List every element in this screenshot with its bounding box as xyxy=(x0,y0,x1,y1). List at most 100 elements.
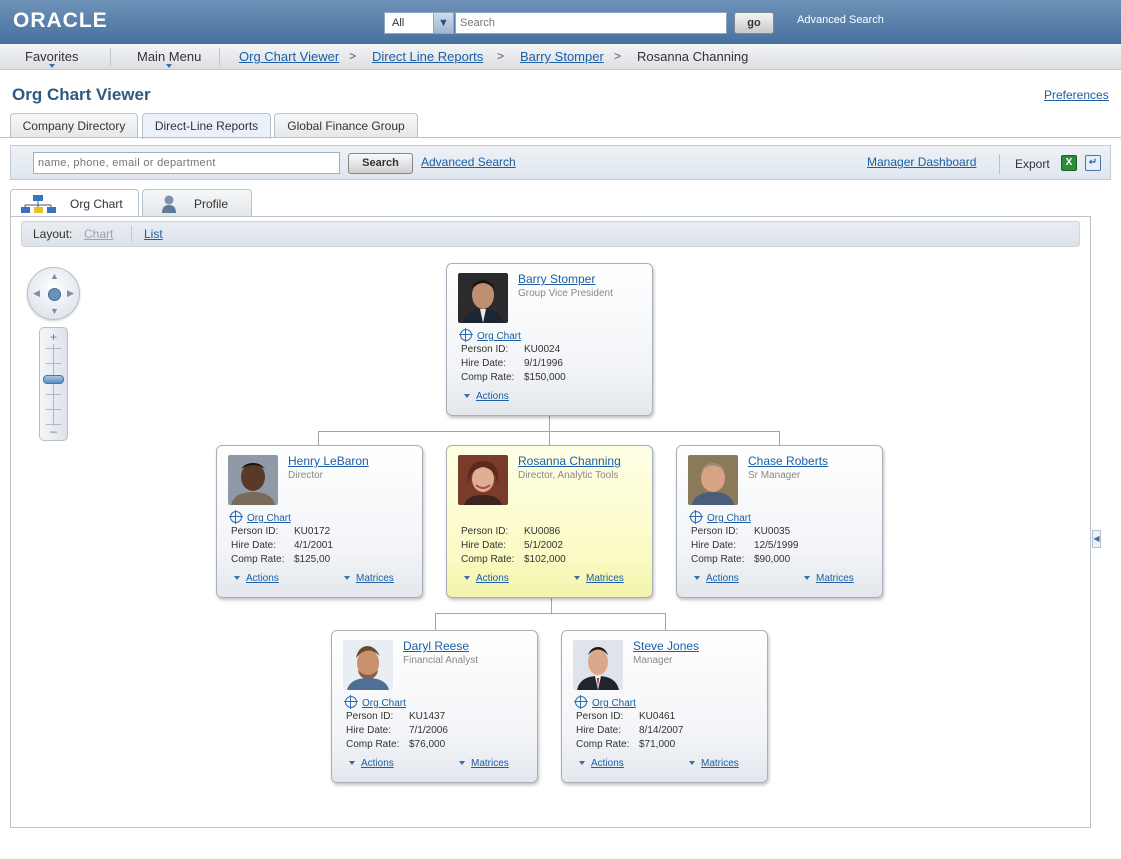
tab-profile[interactable]: Profile xyxy=(142,189,252,217)
person-card-chase-roberts[interactable]: Chase Roberts Sr Manager Org Chart Perso… xyxy=(676,445,883,598)
go-button[interactable]: go xyxy=(734,12,774,34)
connector-line xyxy=(551,597,552,614)
connector-line xyxy=(318,431,319,446)
person-name-link[interactable]: Barry Stomper xyxy=(518,272,595,286)
person-name-link[interactable]: Daryl Reese xyxy=(403,639,469,653)
actions-menu[interactable]: Actions xyxy=(464,573,509,584)
advanced-search-link[interactable]: Advanced Search xyxy=(421,155,516,169)
breadcrumb-barry-stomper[interactable]: Barry Stomper xyxy=(520,49,604,64)
matrices-menu[interactable]: Matrices xyxy=(459,758,509,769)
actions-label: Actions xyxy=(246,573,279,584)
comp-rate-value: $102,000 xyxy=(524,554,566,565)
search-scope-select[interactable]: All ▼ xyxy=(384,12,454,34)
breadcrumb-separator: > xyxy=(497,49,505,63)
person-card-barry-stomper[interactable]: Barry Stomper Group Vice President Org C… xyxy=(446,263,653,416)
tab-global-finance-group[interactable]: Global Finance Group xyxy=(274,113,418,138)
zoom-out-icon[interactable]: – xyxy=(40,424,67,438)
matrices-menu[interactable]: Matrices xyxy=(574,573,624,584)
actions-menu[interactable]: Actions xyxy=(349,758,394,769)
person-id-label: Person ID: xyxy=(231,526,279,537)
pan-control[interactable]: ▲ ▼ ◀ ▶ xyxy=(27,267,80,320)
hire-date-row: Hire Date: 8/14/2007 xyxy=(576,725,684,736)
print-export-icon[interactable]: ↵ xyxy=(1085,155,1101,171)
actions-menu[interactable]: Actions xyxy=(579,758,624,769)
collapse-panel-icon[interactable]: ◀ xyxy=(1092,530,1101,548)
nav-bar: Favorites Main Menu Org Chart Viewer > D… xyxy=(0,44,1121,70)
person-id-row: Person ID: KU0035 xyxy=(691,526,790,537)
pan-right-icon[interactable]: ▶ xyxy=(67,288,74,299)
pan-up-icon[interactable]: ▲ xyxy=(50,271,59,281)
breadcrumb-direct-line-reports[interactable]: Direct Line Reports xyxy=(372,49,483,64)
matrices-label: Matrices xyxy=(586,573,624,584)
zoom-in-icon[interactable]: + xyxy=(40,330,67,344)
matrices-label: Matrices xyxy=(701,758,739,769)
actions-menu[interactable]: Actions xyxy=(464,391,509,402)
matrices-menu[interactable]: Matrices xyxy=(344,573,394,584)
matrices-menu[interactable]: Matrices xyxy=(689,758,739,769)
comp-rate-value: $71,000 xyxy=(639,739,676,750)
org-chart-link[interactable]: Org Chart xyxy=(344,695,406,709)
person-title: Sr Manager xyxy=(748,470,801,481)
person-id-row: Person ID: KU1437 xyxy=(346,711,445,722)
person-name-link[interactable]: Henry LeBaron xyxy=(288,454,369,468)
crosshair-icon xyxy=(574,695,588,709)
org-chart-link[interactable]: Org Chart xyxy=(229,510,291,524)
search-button[interactable]: Search xyxy=(348,153,413,174)
main-menu[interactable]: Main Menu xyxy=(137,49,201,68)
person-card-daryl-reese[interactable]: Daryl Reese Financial Analyst Org Chart … xyxy=(331,630,538,783)
person-card-steve-jones[interactable]: Steve Jones Manager Org Chart Person ID:… xyxy=(561,630,768,783)
chevron-down-icon xyxy=(579,761,585,765)
zoom-thumb[interactable] xyxy=(43,375,64,384)
global-search-input[interactable] xyxy=(455,12,727,34)
avatar xyxy=(458,455,508,505)
people-search-input[interactable] xyxy=(33,152,340,174)
pan-left-icon[interactable]: ◀ xyxy=(33,288,40,299)
layout-bar: Layout: Chart List xyxy=(21,221,1080,247)
comp-rate-value: $150,000 xyxy=(524,372,566,383)
global-advanced-search-link[interactable]: Advanced Search xyxy=(797,14,884,26)
person-name-link[interactable]: Chase Roberts xyxy=(748,454,828,468)
hire-date-label: Hire Date: xyxy=(691,540,737,551)
org-chart-link[interactable]: Org Chart xyxy=(459,328,521,342)
actions-menu[interactable]: Actions xyxy=(694,573,739,584)
manager-dashboard-link[interactable]: Manager Dashboard xyxy=(867,155,976,169)
zoom-tick xyxy=(46,394,61,395)
person-icon xyxy=(162,195,176,213)
person-card-henry-lebaron[interactable]: Henry LeBaron Director Org Chart Person … xyxy=(216,445,423,598)
tab-org-chart[interactable]: Org Chart xyxy=(10,189,139,218)
person-id-row: Person ID: KU0172 xyxy=(231,526,330,537)
nav-divider xyxy=(110,48,111,66)
pan-center-icon[interactable] xyxy=(48,288,61,301)
nav-divider xyxy=(219,48,220,66)
zoom-slider[interactable]: + – xyxy=(39,327,68,441)
breadcrumb-org-chart-viewer[interactable]: Org Chart Viewer xyxy=(239,49,339,64)
matrices-label: Matrices xyxy=(471,758,509,769)
comp-rate-row: Comp Rate: $90,000 xyxy=(691,554,790,565)
hire-date-value: 5/1/2002 xyxy=(524,540,563,551)
pan-down-icon[interactable]: ▼ xyxy=(50,306,59,316)
comp-rate-label: Comp Rate: xyxy=(691,554,745,565)
chevron-down-icon xyxy=(574,576,580,580)
person-name-link[interactable]: Steve Jones xyxy=(633,639,699,653)
chevron-down-icon[interactable]: ▼ xyxy=(433,13,453,33)
layout-list-option[interactable]: List xyxy=(144,227,163,241)
breadcrumb-current: Rosanna Channing xyxy=(637,49,749,64)
preferences-link[interactable]: Preferences xyxy=(1044,88,1109,102)
excel-export-icon[interactable]: X xyxy=(1061,155,1077,171)
tab-company-directory[interactable]: Company Directory xyxy=(10,113,138,138)
org-chart-link[interactable]: Org Chart xyxy=(574,695,636,709)
person-card-rosanna-channing[interactable]: Rosanna Channing Director, Analytic Tool… xyxy=(446,445,653,598)
crosshair-icon xyxy=(344,695,358,709)
tab-direct-line-reports[interactable]: Direct-Line Reports xyxy=(142,113,271,139)
matrices-menu[interactable]: Matrices xyxy=(804,573,854,584)
person-name-link[interactable]: Rosanna Channing xyxy=(518,454,621,468)
favorites-menu[interactable]: Favorites xyxy=(25,49,78,68)
tab-org-chart-label: Org Chart xyxy=(70,197,123,211)
chevron-down-icon xyxy=(234,576,240,580)
actions-menu[interactable]: Actions xyxy=(234,573,279,584)
breadcrumb-separator: > xyxy=(349,49,357,63)
hire-date-row: Hire Date: 9/1/1996 xyxy=(461,358,563,369)
hire-date-value: 12/5/1999 xyxy=(754,540,799,551)
org-chart-link[interactable]: Org Chart xyxy=(689,510,751,524)
hire-date-label: Hire Date: xyxy=(231,540,277,551)
